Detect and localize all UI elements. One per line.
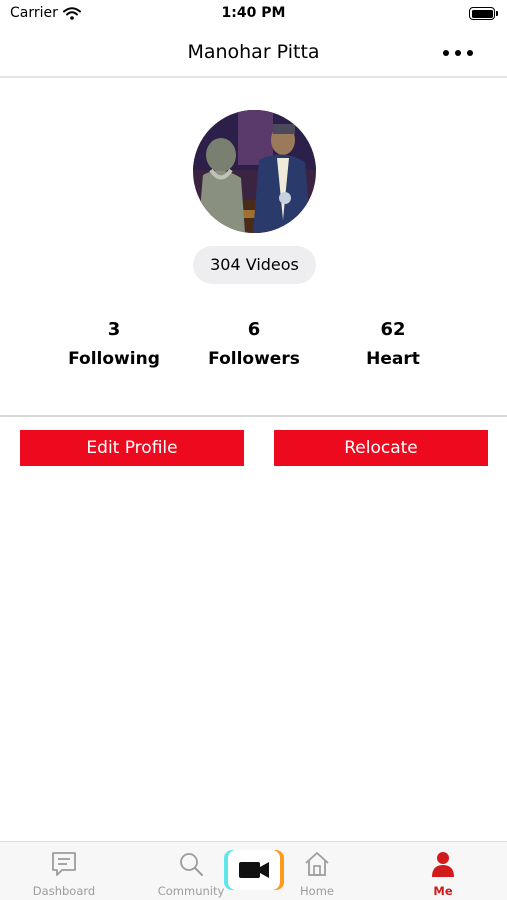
video-camera-icon — [224, 850, 284, 890]
followers-label: Followers — [208, 349, 300, 369]
avatar[interactable] — [193, 110, 316, 233]
videos-count-badge[interactable]: 304 Videos — [193, 246, 316, 284]
heart-count: 62 — [380, 319, 406, 340]
chat-bubble-icon — [52, 852, 76, 876]
heart-label: Heart — [366, 349, 420, 369]
stat-following[interactable]: 3 Following — [44, 318, 184, 369]
divider — [0, 415, 507, 417]
tab-label-me: Me — [433, 884, 453, 898]
following-count: 3 — [107, 319, 121, 340]
avatar-image — [193, 110, 316, 233]
page-title: Manohar Pitta — [187, 41, 320, 63]
edit-profile-button[interactable]: Edit Profile — [20, 430, 244, 466]
clock: 1:40 PM — [221, 5, 286, 21]
stat-heart[interactable]: 62 Heart — [323, 318, 463, 369]
home-icon — [305, 852, 329, 876]
search-icon — [180, 853, 203, 876]
followers-count: 6 — [247, 319, 261, 340]
following-label: Following — [68, 349, 160, 369]
more-options-button[interactable] — [443, 42, 473, 64]
person-icon — [432, 852, 454, 877]
relocate-button[interactable]: Relocate — [274, 430, 488, 466]
battery-icon — [469, 7, 498, 20]
tab-dashboard[interactable]: Dashboard — [14, 842, 114, 900]
nav-bar: Manohar Pitta — [0, 30, 507, 78]
stat-followers[interactable]: 6 Followers — [184, 318, 324, 369]
status-bar: Carrier 1:40 PM — [0, 0, 507, 28]
record-video-button[interactable] — [224, 850, 284, 890]
tab-label-dashboard: Dashboard — [32, 884, 96, 898]
tab-me[interactable]: Me — [393, 842, 493, 900]
ellipsis-icon — [443, 50, 449, 56]
